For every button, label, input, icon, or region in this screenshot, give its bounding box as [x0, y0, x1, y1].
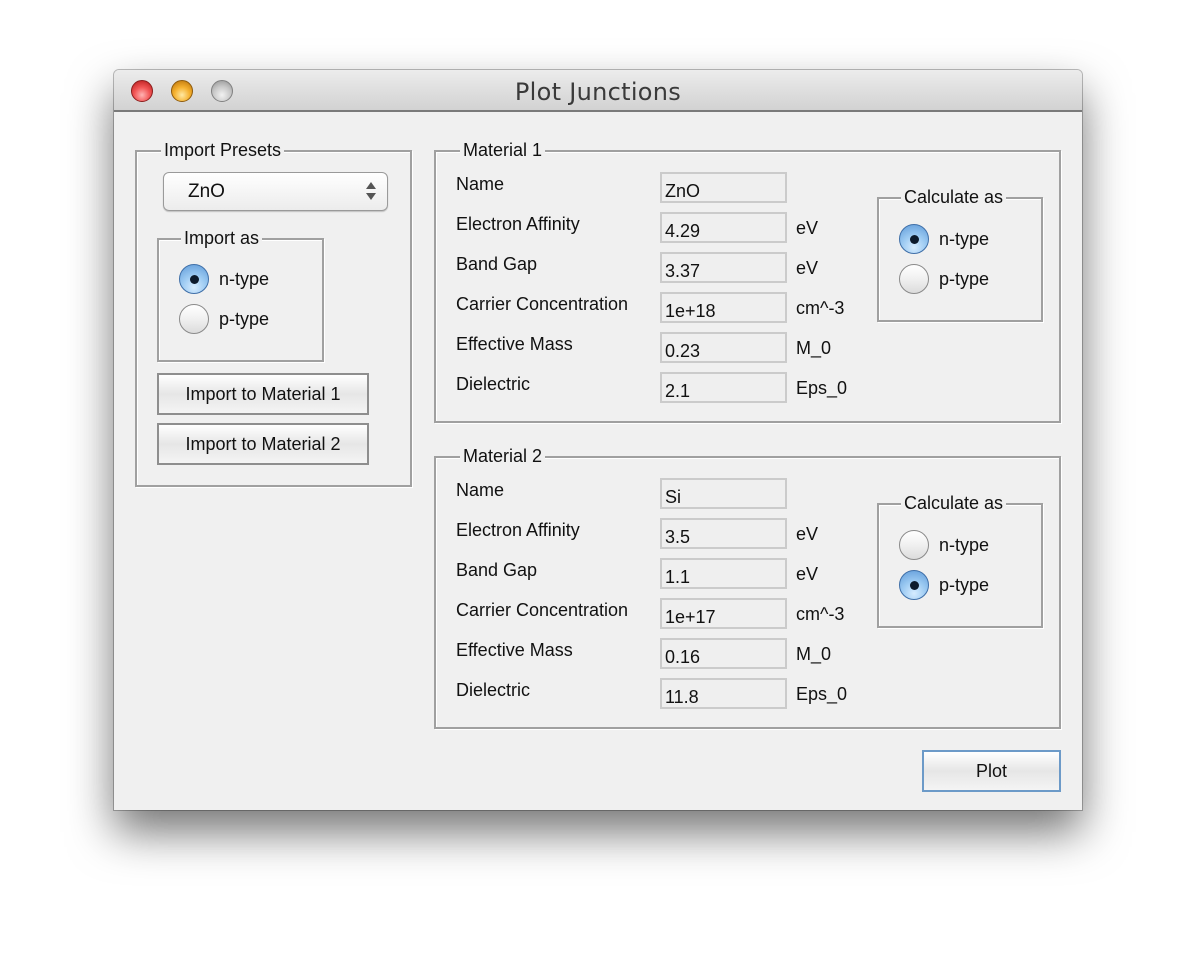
- import-as-p-type-radio[interactable]: p-type: [179, 304, 269, 334]
- m2-electron-affinity-label: Electron Affinity: [456, 520, 580, 540]
- m1-name-label: Name: [456, 174, 505, 194]
- m2-dielectric-label: Dielectric: [456, 680, 531, 700]
- m1-band-gap-field[interactable]: 3.37: [660, 252, 787, 283]
- import-as-n-type-radio[interactable]: n-type: [179, 264, 269, 294]
- m2-n-type-radio[interactable]: n-type: [899, 530, 989, 560]
- m1-electron-affinity-unit: eV: [796, 218, 819, 238]
- m1-n-type-radio[interactable]: n-type: [899, 224, 989, 254]
- radio-selected-icon[interactable]: [179, 264, 209, 294]
- m1-dielectric-field[interactable]: 2.1: [660, 372, 787, 403]
- m2-band-gap-unit: eV: [796, 564, 819, 584]
- up-down-arrows-icon: [365, 180, 377, 204]
- material-1-group: Material 1 Name ZnO Electron Affinity 4.…: [434, 140, 1061, 423]
- m1-dielectric-unit: Eps_0: [796, 378, 848, 398]
- m2-p-type-radio[interactable]: p-type: [899, 570, 989, 600]
- m2-carrier-concentration-unit: cm^-3: [796, 604, 845, 624]
- m2-effective-mass-unit: M_0: [796, 644, 832, 664]
- plot-junctions-window: Plot Junctions Import Presets ZnO Import…: [114, 70, 1082, 810]
- radio-unselected-icon[interactable]: [179, 304, 209, 334]
- m1-electron-affinity-field[interactable]: 4.29: [660, 212, 787, 243]
- m1-p-type-label: p-type: [939, 268, 990, 289]
- m2-calculate-as-label: Calculate as: [901, 493, 1007, 513]
- m2-name-label: Name: [456, 480, 505, 500]
- m1-carrier-concentration-field[interactable]: 1e+18: [660, 292, 787, 323]
- m2-dielectric-field[interactable]: 11.8: [660, 678, 787, 709]
- import-presets-group: Import Presets ZnO Import as n-type p-ty…: [135, 140, 412, 487]
- m2-electron-affinity-field[interactable]: 3.5: [660, 518, 787, 549]
- import-presets-label: Import Presets: [161, 140, 285, 160]
- radio-selected-icon[interactable]: [899, 570, 929, 600]
- material-2-label: Material 2: [460, 446, 546, 466]
- m2-name-field[interactable]: Si: [660, 478, 787, 509]
- m1-band-gap-unit: eV: [796, 258, 819, 278]
- preset-dropdown-value: ZnO: [188, 181, 225, 202]
- window-title: Plot Junctions: [514, 78, 682, 106]
- m2-dielectric-unit: Eps_0: [796, 684, 848, 704]
- material-2-group: Material 2 Name Si Electron Affinity 3.5…: [434, 446, 1061, 729]
- m2-calculate-as-group: Calculate as n-type p-type: [877, 493, 1043, 628]
- m1-band-gap-label: Band Gap: [456, 254, 538, 274]
- m2-n-type-label: n-type: [939, 534, 990, 555]
- preset-dropdown[interactable]: ZnO: [163, 172, 388, 211]
- import-to-material-2-button[interactable]: Import to Material 2: [157, 423, 369, 465]
- import-as-n-type-label: n-type: [219, 268, 270, 289]
- m2-effective-mass-field[interactable]: 0.16: [660, 638, 787, 669]
- m1-calculate-as-group: Calculate as n-type p-type: [877, 187, 1043, 322]
- m1-name-field[interactable]: ZnO: [660, 172, 787, 203]
- plot-button[interactable]: Plot: [922, 750, 1061, 792]
- radio-unselected-icon[interactable]: [899, 264, 929, 294]
- m2-carrier-concentration-label: Carrier Concentration: [456, 600, 629, 620]
- m1-effective-mass-label: Effective Mass: [456, 334, 573, 354]
- m2-effective-mass-label: Effective Mass: [456, 640, 573, 660]
- m1-p-type-radio[interactable]: p-type: [899, 264, 989, 294]
- m1-dielectric-label: Dielectric: [456, 374, 531, 394]
- m2-carrier-concentration-field[interactable]: 1e+17: [660, 598, 787, 629]
- radio-unselected-icon[interactable]: [899, 530, 929, 560]
- material-1-label: Material 1: [460, 140, 546, 160]
- m2-p-type-label: p-type: [939, 574, 990, 595]
- radio-selected-icon[interactable]: [899, 224, 929, 254]
- m2-band-gap-label: Band Gap: [456, 560, 538, 580]
- m2-electron-affinity-unit: eV: [796, 524, 819, 544]
- m1-carrier-concentration-unit: cm^-3: [796, 298, 845, 318]
- import-as-label: Import as: [181, 228, 263, 248]
- m1-calculate-as-label: Calculate as: [901, 187, 1007, 207]
- import-as-group: Import as n-type p-type: [157, 228, 324, 362]
- import-as-p-type-label: p-type: [219, 308, 270, 329]
- title-bar: Plot Junctions: [114, 70, 1082, 112]
- m1-n-type-label: n-type: [939, 228, 990, 249]
- m1-effective-mass-field[interactable]: 0.23: [660, 332, 787, 363]
- m1-effective-mass-unit: M_0: [796, 338, 832, 358]
- m1-electron-affinity-label: Electron Affinity: [456, 214, 580, 234]
- m1-carrier-concentration-label: Carrier Concentration: [456, 294, 629, 314]
- m2-band-gap-field[interactable]: 1.1: [660, 558, 787, 589]
- import-to-material-1-button[interactable]: Import to Material 1: [157, 373, 369, 415]
